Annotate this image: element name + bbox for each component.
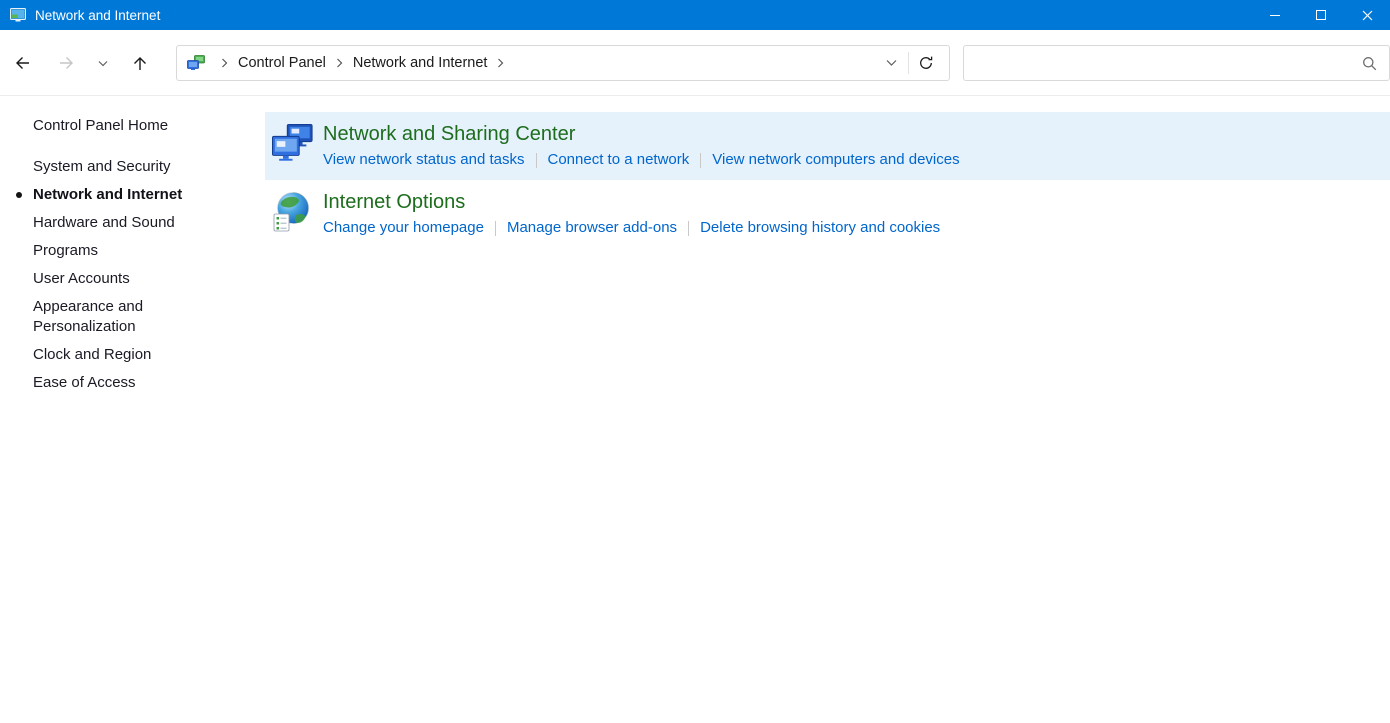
sidebar-item-appearance-and-personalization[interactable]: Appearance and Personalization [0,293,220,341]
chevron-right-icon [221,58,228,68]
section-links: Change your homepage Manage browser add-… [323,218,1378,238]
window-title: Network and Internet [35,8,160,23]
address-bar: Control Panel Network and Internet [176,45,950,81]
up-button[interactable] [122,47,158,79]
sidebar-item-label: Ease of Access [33,373,136,393]
section-internet-options: Internet Options Change your homepage Ma… [265,180,1390,248]
sidebar-item-clock-and-region[interactable]: Clock and Region [0,341,220,369]
sidebar-item-programs[interactable]: Programs [0,237,220,265]
section-links: View network status and tasks Connect to… [323,150,1378,170]
minimize-button[interactable] [1252,0,1298,30]
network-sharing-center-icon[interactable] [272,123,314,165]
link-connect-to-a-network[interactable]: Connect to a network [548,150,690,170]
chevron-down-icon [886,59,897,67]
minimize-icon [1270,15,1280,16]
sidebar-item-hardware-and-sound[interactable]: Hardware and Sound [0,209,220,237]
sidebar-item-control-panel-home[interactable]: Control Panel Home [0,112,220,140]
sidebar-item-label: Network and Internet [33,185,182,205]
sidebar: Control Panel Home System and Security N… [0,96,256,397]
up-arrow-icon [132,55,148,72]
close-button[interactable] [1344,0,1390,30]
search-input[interactable] [974,46,1362,80]
maximize-button[interactable] [1298,0,1344,30]
sidebar-item-label: User Accounts [33,269,130,289]
sidebar-item-label: Appearance and Personalization [33,297,208,337]
search-box [963,45,1390,81]
sidebar-item-label: Clock and Region [33,345,151,365]
titlebar: Network and Internet [0,0,1390,30]
back-button[interactable] [4,47,40,79]
forward-arrow-icon [58,55,75,71]
forward-button[interactable] [48,47,84,79]
sidebar-item-label: Programs [33,241,98,261]
link-view-network-computers-and-devices[interactable]: View network computers and devices [712,150,959,170]
divider [536,153,537,168]
chevron-right-icon [497,58,504,68]
sidebar-item-network-and-internet[interactable]: Network and Internet [0,181,220,209]
breadcrumb-root-chevron[interactable] [213,46,236,80]
breadcrumb-chevron-1[interactable] [328,46,351,80]
breadcrumb-chevron-2[interactable] [489,46,512,80]
window-icon[interactable] [10,7,26,23]
link-delete-browsing-history-and-cookies[interactable]: Delete browsing history and cookies [700,218,940,238]
sidebar-item-label: System and Security [33,157,171,177]
recent-pages-dropdown[interactable] [92,47,114,79]
sidebar-item-label: Hardware and Sound [33,213,175,233]
network-and-internet-small-icon[interactable] [187,55,205,71]
address-bar-controls [874,46,943,80]
navigation-toolbar: Control Panel Network and Internet [0,30,1390,96]
divider [495,221,496,236]
back-arrow-icon [14,55,31,71]
section-title-internet-options[interactable]: Internet Options [323,189,465,215]
nav-buttons [4,45,166,81]
sidebar-item-system-and-security[interactable]: System and Security [0,153,220,181]
sidebar-item-label: Control Panel Home [33,116,168,136]
address-dropdown-button[interactable] [874,46,908,80]
internet-options-icon[interactable] [272,191,314,233]
sidebar-item-ease-of-access[interactable]: Ease of Access [0,369,220,397]
breadcrumb-item-control-panel[interactable]: Control Panel [236,55,328,71]
link-change-your-homepage[interactable]: Change your homepage [323,218,484,238]
chevron-right-icon [336,58,343,68]
search-icon [1362,56,1377,71]
control-panel-window: Network and Internet [0,0,1390,723]
current-item-bullet [16,192,22,198]
divider [700,153,701,168]
section-title-network-and-sharing-center[interactable]: Network and Sharing Center [323,121,575,147]
sidebar-item-user-accounts[interactable]: User Accounts [0,265,220,293]
link-manage-browser-add-ons[interactable]: Manage browser add-ons [507,218,677,238]
breadcrumb-item-network-and-internet[interactable]: Network and Internet [351,55,490,71]
main-content: Network and Sharing Center View network … [265,96,1390,248]
divider [688,221,689,236]
refresh-icon [918,55,934,71]
maximize-icon [1316,10,1326,20]
chevron-down-icon [98,60,108,67]
link-view-network-status-and-tasks[interactable]: View network status and tasks [323,150,525,170]
section-network-and-sharing-center: Network and Sharing Center View network … [265,112,1390,180]
close-icon [1362,10,1373,21]
window-controls [1252,0,1390,30]
refresh-button[interactable] [909,46,943,80]
